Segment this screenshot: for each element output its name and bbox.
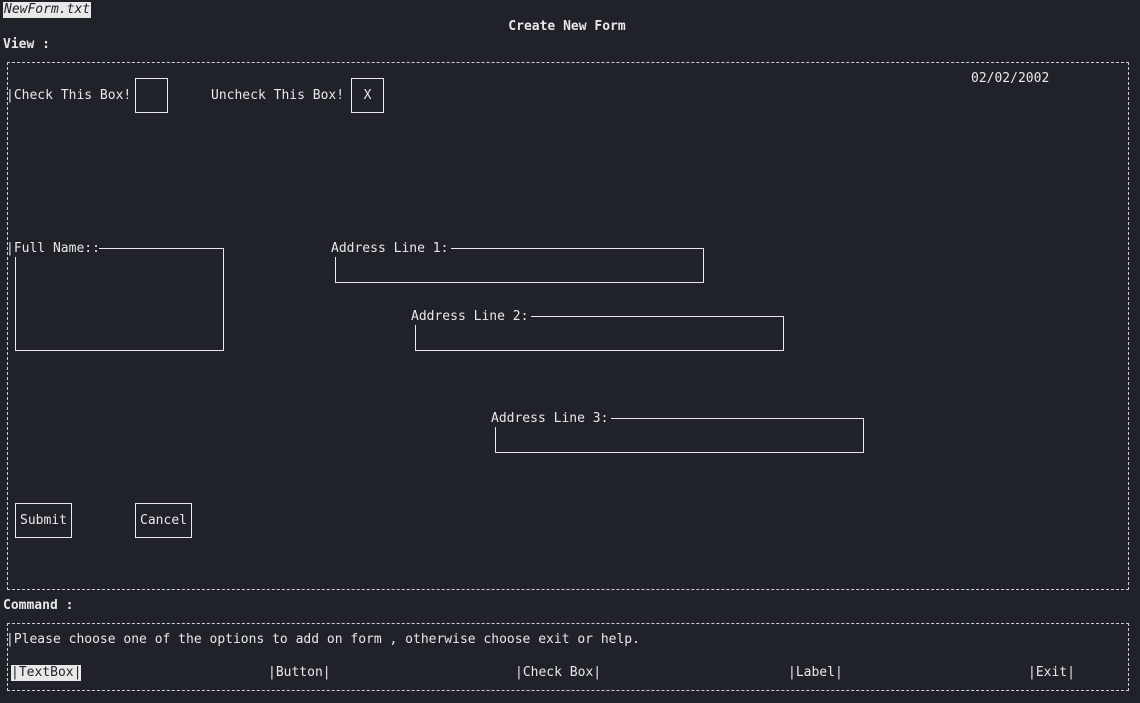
- address3-right-border: [863, 418, 864, 428]
- window-title: Create New Form: [508, 19, 626, 34]
- address1-textbox[interactable]: [335, 257, 704, 283]
- cancel-button[interactable]: Cancel: [135, 503, 192, 538]
- address1-right-border: [703, 248, 704, 258]
- menu-item-button[interactable]: |Button|: [268, 665, 331, 681]
- address3-label: Address Line 3:: [491, 411, 609, 426]
- address3-textbox[interactable]: [495, 427, 864, 453]
- uncheck-box-label: Uncheck This Box!: [211, 88, 345, 103]
- filename-tag: NewForm.txt: [3, 2, 92, 18]
- check-box[interactable]: [135, 78, 168, 113]
- full-name-textbox[interactable]: [15, 257, 224, 351]
- address2-right-border: [783, 316, 784, 326]
- address1-top-border: [451, 248, 704, 249]
- address2-label: Address Line 2:: [411, 309, 529, 324]
- full-name-label: |Full Name::: [6, 241, 100, 256]
- menu-item-label[interactable]: |Label|: [788, 665, 843, 681]
- address3-top-border: [611, 418, 864, 419]
- check-box-label: |Check This Box!: [6, 88, 132, 103]
- date-label: 02/02/2002: [971, 71, 1050, 86]
- command-label: Command :: [3, 598, 74, 613]
- view-label: View :: [3, 37, 50, 52]
- uncheck-box[interactable]: X: [351, 78, 384, 113]
- full-name-right-border: [223, 248, 224, 258]
- command-message: |Please choose one of the options to add…: [6, 632, 640, 647]
- menu-item-check-box[interactable]: |Check Box|: [515, 665, 601, 681]
- menu-item-textbox[interactable]: |TextBox|: [11, 665, 82, 681]
- menu-item-exit[interactable]: |Exit|: [1028, 665, 1075, 681]
- submit-button[interactable]: Submit: [15, 503, 72, 538]
- address2-top-border: [531, 316, 784, 317]
- address1-label: Address Line 1:: [331, 241, 449, 256]
- address2-textbox[interactable]: [415, 325, 784, 351]
- full-name-top-border: [99, 248, 224, 249]
